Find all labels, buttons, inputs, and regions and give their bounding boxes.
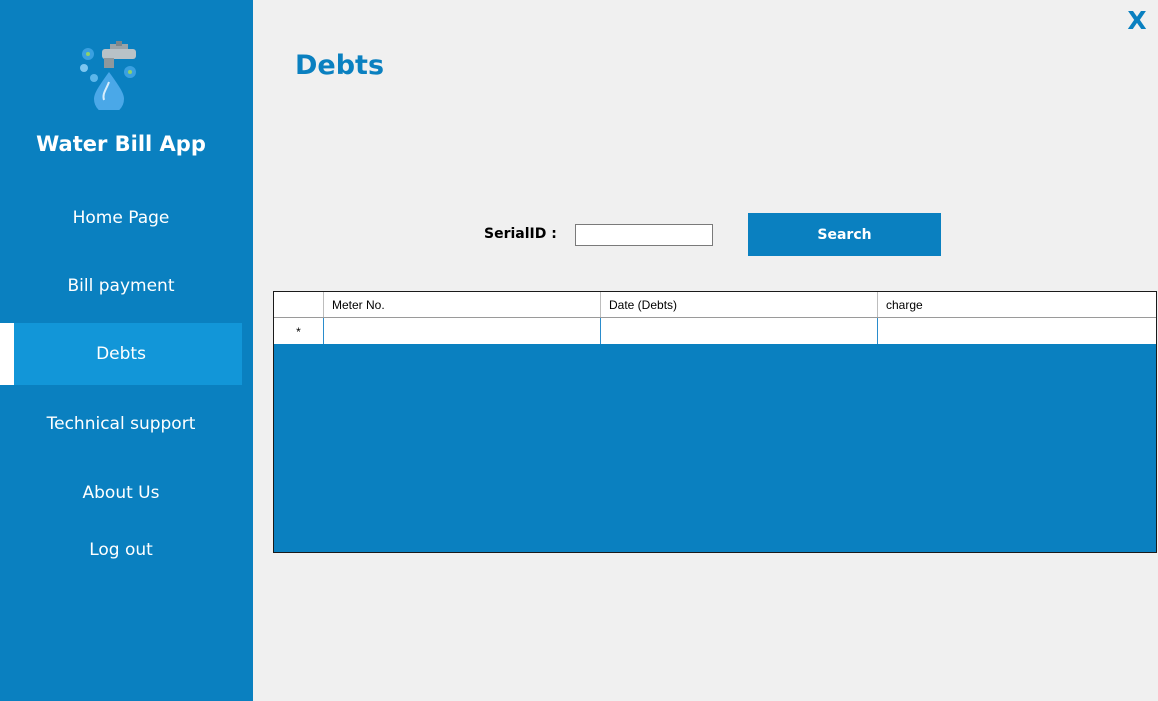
page-title: Debts	[295, 50, 385, 81]
grid-cell-charge[interactable]	[878, 318, 1156, 344]
sidebar-item-label: Bill payment	[67, 276, 175, 296]
sidebar-item-bill-payment[interactable]: Bill payment	[0, 255, 242, 317]
serial-id-input[interactable]	[575, 224, 713, 246]
column-header-date-debts[interactable]: Date (Debts)	[601, 292, 878, 317]
app-title: Water Bill App	[36, 132, 206, 156]
sidebar-item-label: Log out	[89, 540, 153, 560]
sidebar-item-label: Technical support	[46, 414, 196, 434]
column-header-charge[interactable]: charge	[878, 292, 1156, 317]
debts-data-grid[interactable]: Meter No. Date (Debts) charge *	[273, 291, 1157, 553]
grid-cell-meter-no[interactable]	[324, 318, 601, 344]
grid-cell-date-debts[interactable]	[601, 318, 878, 344]
new-row-marker: *	[274, 318, 324, 344]
water-tap-droplet-logo-icon	[80, 41, 136, 110]
sidebar-item-label: Debts	[96, 344, 146, 364]
column-header-meter-no[interactable]: Meter No.	[324, 292, 601, 317]
sidebar-item-debts[interactable]: Debts	[0, 323, 242, 385]
sidebar-item-label: About Us	[82, 483, 160, 503]
grid-new-row[interactable]: *	[274, 318, 1156, 344]
sidebar-item-about-us[interactable]: About Us	[0, 462, 242, 524]
sidebar: Water Bill App Home Page Bill payment De…	[0, 0, 253, 701]
search-button[interactable]: Search	[748, 213, 941, 256]
serial-id-label: SerialID :	[484, 226, 557, 242]
sidebar-item-home-page[interactable]: Home Page	[0, 187, 242, 249]
grid-header-row: Meter No. Date (Debts) charge	[274, 292, 1156, 318]
row-header-corner	[274, 292, 324, 317]
close-icon[interactable]: X	[1124, 6, 1150, 36]
sidebar-item-label: Home Page	[72, 208, 170, 228]
sidebar-item-log-out[interactable]: Log out	[0, 519, 242, 581]
sidebar-item-technical-support[interactable]: Technical support	[0, 393, 242, 455]
